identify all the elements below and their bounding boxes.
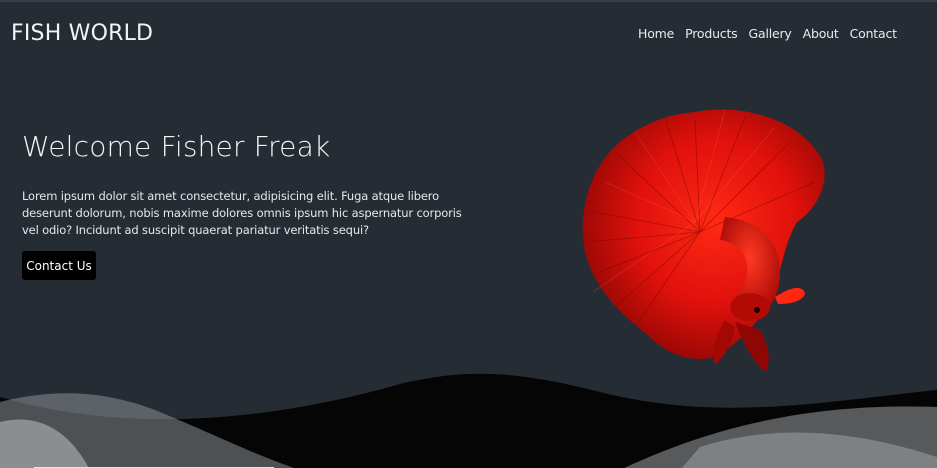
main-nav: Home Products Gallery About Contact bbox=[638, 26, 908, 41]
hero-title: Welcome Fisher Freak bbox=[22, 130, 331, 163]
nav-item-home[interactable]: Home bbox=[638, 26, 674, 41]
betta-fish-image bbox=[582, 109, 825, 372]
contact-us-button[interactable]: Contact Us bbox=[22, 251, 96, 280]
nav-item-contact[interactable]: Contact bbox=[850, 26, 897, 41]
landing-page: FISH WORLD Home Products Gallery About C… bbox=[0, 0, 937, 468]
nav-item-gallery[interactable]: Gallery bbox=[749, 26, 792, 41]
nav-item-about[interactable]: About bbox=[803, 26, 839, 41]
nav-item-products[interactable]: Products bbox=[685, 26, 738, 41]
site-logo[interactable]: FISH WORLD bbox=[11, 21, 153, 46]
decorative-waves bbox=[0, 373, 937, 468]
hero-description: Lorem ipsum dolor sit amet consectetur, … bbox=[22, 189, 462, 237]
